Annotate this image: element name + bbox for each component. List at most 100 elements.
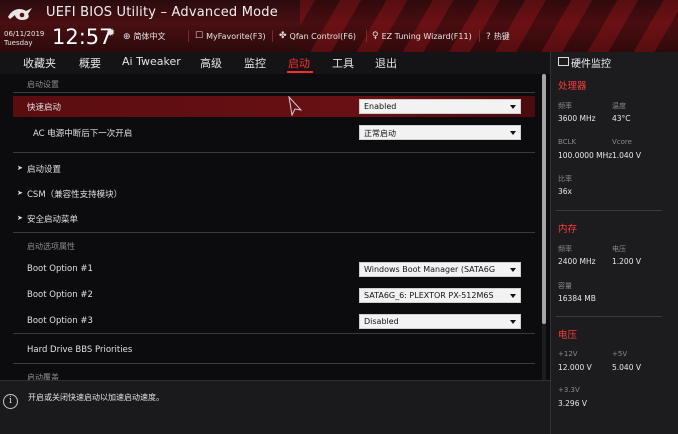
expander-secure-boot[interactable]: 安全启动菜单 xyxy=(27,213,78,225)
divider xyxy=(13,152,535,153)
hdd-bbs-priorities[interactable]: Hard Drive BBS Priorities xyxy=(27,345,132,355)
cpu-temp-label: 温度 xyxy=(612,102,626,110)
fan-icon: ✤ xyxy=(279,31,287,41)
cpu-heading: 处理器 xyxy=(558,81,587,92)
expander-csm[interactable]: CSM（兼容性支持模块） xyxy=(27,188,122,200)
cpu-ratio-value: 36x xyxy=(558,187,572,196)
header-decoration xyxy=(300,0,678,52)
mem-volt-value: 1.200 V xyxy=(612,257,641,266)
cpu-temp-value: 43°C xyxy=(612,114,631,123)
cpu-ratio-label: 比率 xyxy=(558,175,572,183)
language-label: 简体中文 xyxy=(133,32,166,41)
hotkey-button[interactable]: ? 热键 xyxy=(486,31,510,42)
boot-option-1-value: Windows Boot Manager (SATA6G xyxy=(364,265,496,274)
header-separator xyxy=(272,30,273,42)
header-separator xyxy=(479,30,480,42)
bulb-icon: ♀ xyxy=(372,31,379,41)
monitor-divider xyxy=(556,316,662,317)
cpu-bclk-label: BCLK xyxy=(558,138,577,146)
expand-arrow-icon: ➤ xyxy=(17,214,23,222)
v5-label: +5V xyxy=(612,350,628,358)
active-tab-indicator xyxy=(287,71,313,73)
divider xyxy=(13,232,535,233)
tab-monitor[interactable]: 监控 xyxy=(244,55,266,71)
app-title: UEFI BIOS Utility – Advanced Mode xyxy=(46,5,278,20)
scrollbar-thumb[interactable] xyxy=(542,74,546,324)
language-button[interactable]: ⊕ 简体中文 xyxy=(123,31,166,42)
cpu-freq-value: 3600 MHz xyxy=(558,114,596,123)
header-separator xyxy=(366,30,367,42)
chevron-down-icon xyxy=(510,105,516,109)
chevron-down-icon xyxy=(510,131,516,135)
fast-boot-select[interactable]: Enabled xyxy=(359,99,521,114)
tab-advanced[interactable]: 高级 xyxy=(200,55,222,71)
v33-value: 3.296 V xyxy=(558,399,587,408)
ez-tuning-wizard-button[interactable]: ♀ EZ Tuning Wizard(F11) xyxy=(372,31,472,41)
boot-option-3-value: Disabled xyxy=(364,317,399,326)
monitor-divider xyxy=(556,210,662,211)
info-icon: i xyxy=(3,394,18,409)
tab-ai-tweaker[interactable]: Ai Tweaker xyxy=(122,55,181,68)
ac-power-select[interactable]: 正常启动 xyxy=(359,125,521,140)
cpu-bclk-value: 100.0000 MHz xyxy=(558,151,613,160)
chevron-down-icon xyxy=(510,294,516,298)
boot-option-2-label: Boot Option #2 xyxy=(27,290,93,300)
fast-boot-label: 快速启动 xyxy=(27,103,62,113)
hotkey-icon: ? xyxy=(486,31,491,42)
divider xyxy=(13,363,535,364)
v5-value: 5.040 V xyxy=(612,363,641,372)
help-bar xyxy=(0,380,550,434)
clock-display: 12:57 xyxy=(52,25,113,49)
boot-option-1-select[interactable]: Windows Boot Manager (SATA6G xyxy=(359,262,521,277)
memory-heading: 内存 xyxy=(558,224,578,235)
qfan-control-button[interactable]: ✤ Qfan Control(F6) xyxy=(279,31,356,41)
cpu-vcore-value: 1.040 V xyxy=(612,151,641,160)
hotkey-label: 热键 xyxy=(493,32,510,41)
mem-freq-value: 2400 MHz xyxy=(558,257,596,266)
mem-cap-label: 容量 xyxy=(558,282,572,290)
boot-option-1-label: Boot Option #1 xyxy=(27,264,93,274)
ez-tuning-label: EZ Tuning Wizard(F11) xyxy=(381,31,472,41)
date-display: 06/11/2019 Tuesday xyxy=(4,30,44,48)
ac-power-value: 正常启动 xyxy=(364,129,396,138)
mem-cap-value: 16384 MB xyxy=(558,294,596,303)
monitor-title: 硬件监控 xyxy=(571,59,611,70)
day-text: Tuesday xyxy=(4,39,33,47)
rog-logo-icon xyxy=(8,8,32,20)
cpu-freq-label: 频率 xyxy=(558,102,572,110)
mouse-cursor-icon xyxy=(288,96,302,116)
star-icon: ☐ xyxy=(195,31,204,41)
mem-volt-label: 电压 xyxy=(612,245,626,253)
divider xyxy=(13,92,535,93)
main-content xyxy=(0,74,550,380)
tab-exit[interactable]: 退出 xyxy=(375,55,397,71)
monitor-icon xyxy=(558,57,569,66)
v12-value: 12.000 V xyxy=(558,363,592,372)
header-separator xyxy=(188,30,189,42)
section-boot-options: 启动选项属性 xyxy=(27,242,75,251)
tab-tool[interactable]: 工具 xyxy=(332,55,354,71)
gear-icon[interactable]: ✹ xyxy=(106,26,115,39)
v12-label: +12V xyxy=(558,350,578,358)
boot-option-2-select[interactable]: SATA6G_6: PLEXTOR PX-512M6S xyxy=(359,288,521,303)
date-text: 06/11/2019 xyxy=(4,30,45,38)
tab-boot[interactable]: 启动 xyxy=(288,55,310,71)
section-boot-config: 启动设置 xyxy=(27,80,59,89)
expand-arrow-icon: ➤ xyxy=(17,164,23,172)
help-text: 开启或关闭快速启动以加速启动速度。 xyxy=(28,393,164,402)
qfan-label: Qfan Control(F6) xyxy=(289,31,357,41)
chevron-down-icon xyxy=(510,320,516,324)
voltage-heading: 电压 xyxy=(558,330,578,341)
chevron-down-icon xyxy=(510,268,516,272)
mem-freq-label: 频率 xyxy=(558,245,572,253)
expander-boot-config[interactable]: 启动设置 xyxy=(27,163,61,175)
boot-option-2-value: SATA6G_6: PLEXTOR PX-512M6S xyxy=(364,291,494,300)
divider xyxy=(13,333,535,334)
tab-main[interactable]: 概要 xyxy=(79,55,101,71)
expand-arrow-icon: ➤ xyxy=(17,189,23,197)
tab-favorites[interactable]: 收藏夹 xyxy=(23,55,56,71)
boot-option-3-select[interactable]: Disabled xyxy=(359,314,521,329)
cpu-vcore-label: Vcore xyxy=(612,138,632,146)
myfavorite-button[interactable]: ☐ MyFavorite(F3) xyxy=(195,31,266,41)
myfavorite-label: MyFavorite(F3) xyxy=(206,31,266,41)
